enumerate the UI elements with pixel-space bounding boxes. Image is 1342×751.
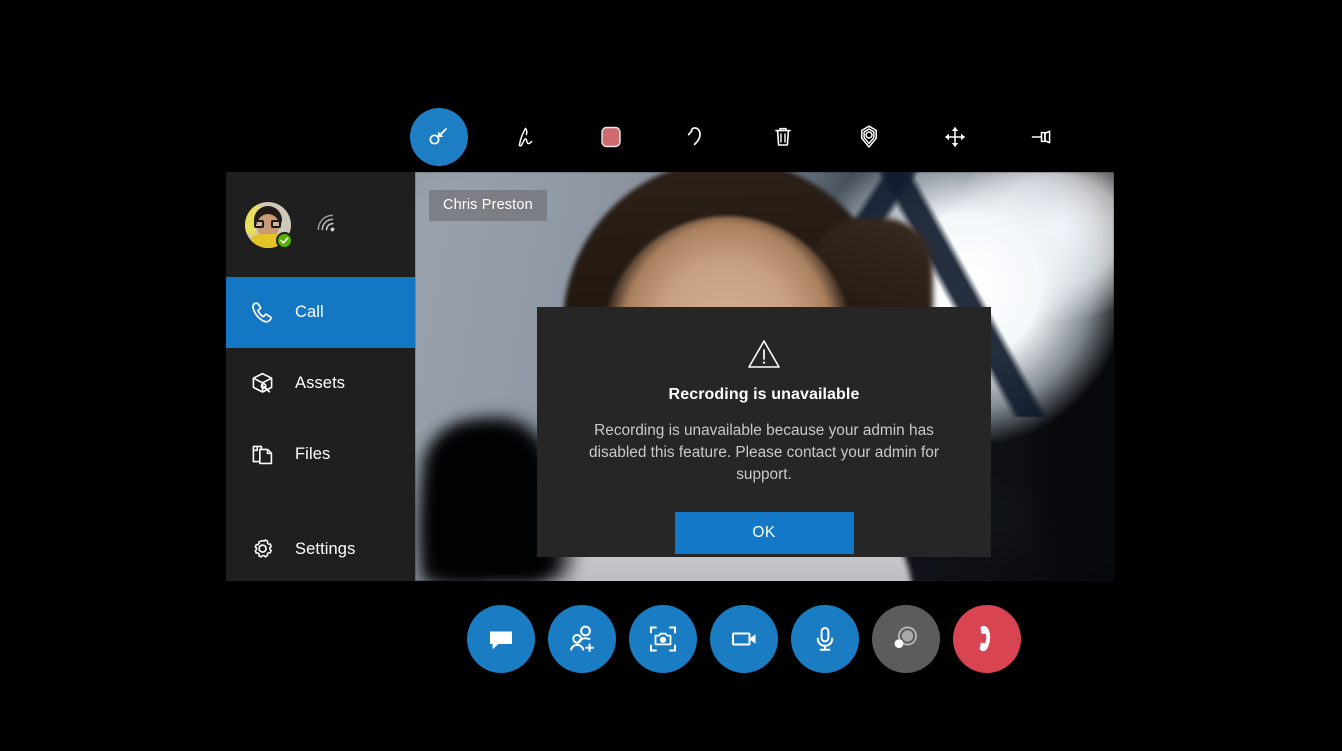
- chat-button[interactable]: [467, 605, 535, 673]
- sidebar-item-label: Settings: [295, 540, 355, 559]
- toolbar-gap: [640, 137, 668, 138]
- sidebar-item-call[interactable]: Call: [226, 277, 415, 348]
- sidebar-item-label: Call: [295, 303, 324, 322]
- call-controls: [467, 602, 1063, 676]
- sidebar-header: [226, 172, 415, 277]
- video-button[interactable]: [710, 605, 778, 673]
- undo-button[interactable]: [668, 108, 726, 166]
- avatar-detail: [271, 220, 281, 228]
- sidebar-spacer: [226, 490, 415, 514]
- ink-tool-button[interactable]: [496, 108, 554, 166]
- toolbar-gap: [554, 137, 582, 138]
- recording-unavailable-dialog: Recroding is unavailable Recording is un…: [537, 307, 991, 557]
- hang-up-icon: [968, 620, 1006, 658]
- add-people-button[interactable]: [548, 605, 616, 673]
- sidebar-item-assets[interactable]: Assets: [226, 348, 415, 419]
- checkmark-icon: [279, 235, 290, 246]
- sidebar: Call Assets: [226, 172, 415, 581]
- anchor-pin-button[interactable]: [840, 108, 898, 166]
- anchor-pin-icon: [854, 122, 884, 152]
- app-root: Call Assets: [0, 0, 1342, 751]
- ink-pen-icon: [509, 121, 541, 153]
- avatar[interactable]: [245, 202, 291, 248]
- record-icon: [885, 618, 927, 660]
- toolbar-gap: [984, 137, 1012, 138]
- wifi-signal-icon: [315, 212, 341, 238]
- participant-name-tag: Chris Preston: [429, 190, 547, 221]
- annotation-toolbar: [410, 108, 1110, 166]
- add-people-icon: [564, 621, 600, 657]
- move-button[interactable]: [926, 108, 984, 166]
- dialog-message: Recording is unavailable because your ad…: [575, 420, 953, 486]
- pin-button[interactable]: [1012, 108, 1070, 166]
- undo-icon: [682, 122, 712, 152]
- chat-icon: [484, 622, 518, 656]
- color-swatch-icon: [598, 124, 624, 150]
- sidebar-item-settings[interactable]: Settings: [226, 514, 415, 585]
- toolbar-gap: [812, 137, 840, 138]
- microphone-button[interactable]: [791, 605, 859, 673]
- delete-button[interactable]: [754, 108, 812, 166]
- pointer-arrow-icon: [424, 122, 454, 152]
- phone-icon: [247, 298, 277, 328]
- video-camera-icon: [726, 621, 762, 657]
- pointer-tool-button[interactable]: [410, 108, 468, 166]
- dialog-title: Recroding is unavailable: [669, 386, 860, 404]
- gear-icon: [247, 535, 277, 565]
- avatar-detail: [254, 220, 264, 228]
- ok-button[interactable]: OK: [675, 512, 854, 554]
- wifi-signal-indicator: [313, 210, 343, 240]
- color-swatch-button[interactable]: [582, 108, 640, 166]
- sidebar-item-label: Assets: [295, 374, 345, 393]
- files-folder-icon: [247, 440, 277, 470]
- toolbar-gap: [468, 137, 496, 138]
- snapshot-camera-icon: [645, 621, 681, 657]
- assets-box-icon: [247, 369, 277, 399]
- sidebar-item-files[interactable]: Files: [226, 419, 415, 490]
- toolbar-gap: [726, 137, 754, 138]
- toolbar-gap: [898, 137, 926, 138]
- move-arrows-icon: [940, 122, 970, 152]
- microphone-icon: [807, 621, 843, 657]
- warning-triangle-icon: [747, 338, 781, 370]
- presence-badge-available: [276, 232, 293, 249]
- record-button[interactable]: [872, 605, 940, 673]
- delete-trash-icon: [768, 122, 798, 152]
- snapshot-button[interactable]: [629, 605, 697, 673]
- hang-up-button[interactable]: [953, 605, 1021, 673]
- pin-tack-icon: [1026, 122, 1056, 152]
- sidebar-item-label: Files: [295, 445, 330, 464]
